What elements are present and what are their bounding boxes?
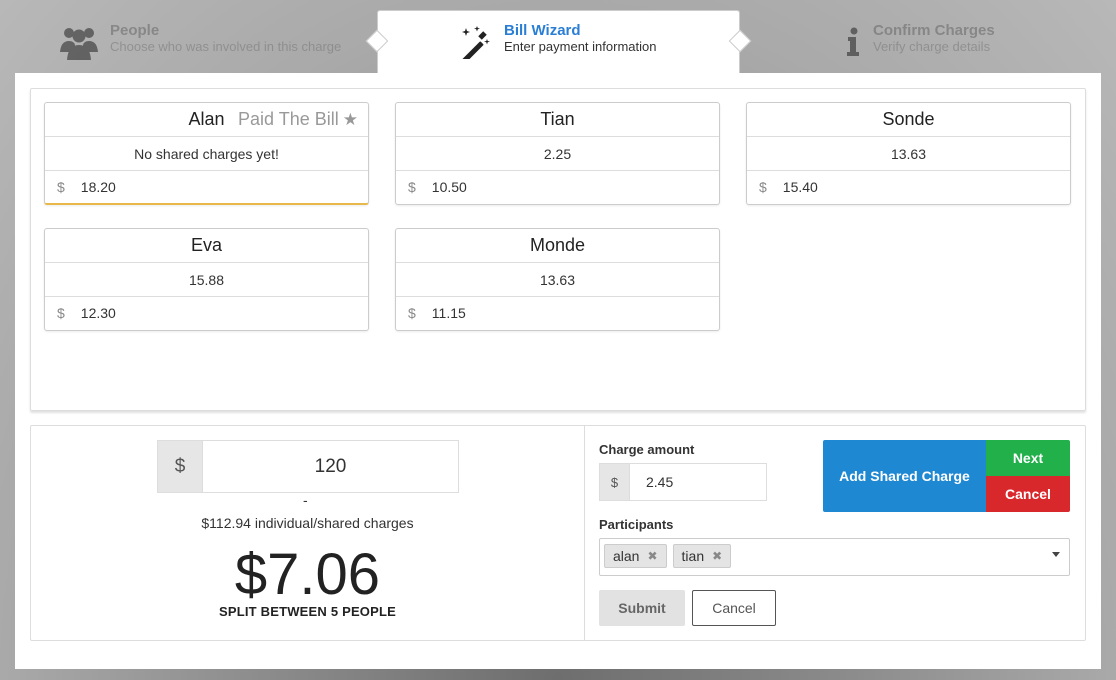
participants-select[interactable]: alan ✖ tian ✖ (599, 538, 1070, 576)
people-icon (58, 22, 100, 62)
charges-summary: $112.94 individual/shared charges (201, 515, 414, 531)
charge-amount-label: Charge amount (599, 442, 695, 457)
step-title: People (110, 22, 160, 39)
split-amount: $7.06 (234, 542, 381, 607)
person-amount: $18.20 (45, 171, 368, 204)
currency-addon: $ (157, 440, 202, 493)
person-amount: $11.15 (396, 297, 719, 330)
bill-total-input[interactable]: 120 (202, 440, 459, 493)
currency-symbol: $ (759, 179, 767, 195)
participants-label: Participants (599, 517, 674, 532)
step-subtitle: Choose who was involved in this charge (110, 39, 342, 54)
remove-icon[interactable]: ✖ (647, 545, 657, 567)
remove-icon[interactable]: ✖ (712, 545, 722, 567)
person-card-header: Alan Paid The Bill ★ (45, 103, 368, 137)
charge-amount-group: $ 2.45 (599, 463, 767, 501)
person-name: Tian (396, 103, 719, 137)
step-confirm-charges[interactable]: Confirm Charges Verify charge details (838, 22, 995, 62)
main-panel: Alan Paid The Bill ★ No shared charges ye… (15, 73, 1101, 669)
shared-charges-value: 13.63 (396, 263, 719, 297)
split-label: SPLIT BETWEEN 5 PEOPLE (218, 604, 397, 619)
shared-charges-value: 13.63 (747, 137, 1070, 171)
person-card-alan[interactable]: Alan Paid The Bill ★ No shared charges ye… (44, 102, 369, 205)
amount-value: 10.50 (431, 179, 467, 195)
step-people[interactable]: People Choose who was involved in this c… (58, 22, 341, 62)
panel-divider (584, 426, 585, 640)
person-amount: $12.30 (45, 297, 368, 330)
currency-symbol: $ (57, 305, 65, 321)
step-subtitle: Verify charge details (873, 39, 991, 54)
star-icon: ★ (342, 110, 358, 129)
person-card-sonde[interactable]: Sonde 13.63 $15.40 (746, 102, 1071, 205)
person-amount: $10.50 (396, 171, 719, 204)
amount-value: 11.15 (431, 305, 466, 321)
person-cards-area: Alan Paid The Bill ★ No shared charges ye… (30, 88, 1086, 411)
person-name: Alan (188, 109, 225, 129)
step-bill-wizard[interactable]: Bill Wizard Enter payment information (456, 22, 656, 62)
person-amount: $15.40 (747, 171, 1070, 204)
add-shared-charge-button[interactable]: Add Shared Charge (823, 440, 986, 512)
amount-value: 15.40 (782, 179, 818, 195)
person-card-eva[interactable]: Eva 15.88 $12.30 (44, 228, 369, 331)
amount-value: 18.20 (80, 179, 116, 195)
shared-charges-value: 2.25 (396, 137, 719, 171)
participant-tag-alan: alan ✖ (604, 544, 667, 568)
participant-tag-tian: tian ✖ (672, 544, 732, 568)
currency-symbol: $ (408, 179, 416, 195)
person-name: Sonde (747, 103, 1070, 137)
currency-symbol: $ (408, 305, 416, 321)
person-card-monde[interactable]: Monde 13.63 $11.15 (395, 228, 720, 331)
person-name: Eva (45, 229, 368, 263)
info-icon (838, 22, 868, 62)
step-title: Confirm Charges (873, 22, 995, 39)
magic-wand-icon (456, 22, 492, 62)
paid-the-bill-badge: Paid The Bill ★ (238, 103, 358, 136)
paid-label: Paid The Bill (238, 109, 339, 129)
step-subtitle: Enter payment information (504, 39, 657, 54)
next-button[interactable]: Next (986, 440, 1070, 476)
separator-dash: - (303, 492, 308, 508)
cancel-button[interactable]: Cancel (692, 590, 776, 626)
currency-symbol: $ (57, 179, 65, 195)
participant-name: tian (681, 548, 705, 564)
currency-addon: $ (599, 463, 629, 501)
amount-value: 12.30 (80, 305, 116, 321)
wizard-steps: People Choose who was involved in this c… (0, 0, 1116, 76)
charge-entry-panel: $ 120 - $112.94 individual/shared charge… (30, 425, 1086, 641)
cancel-wizard-button[interactable]: Cancel (986, 476, 1070, 512)
person-card-tian[interactable]: Tian 2.25 $10.50 (395, 102, 720, 205)
chevron-down-icon[interactable] (1052, 552, 1060, 557)
participant-name: alan (613, 548, 640, 564)
submit-button[interactable]: Submit (599, 590, 685, 626)
charge-amount-input[interactable]: 2.45 (629, 463, 767, 501)
step-title: Bill Wizard (504, 22, 581, 39)
bill-total-group: $ 120 (157, 440, 459, 493)
shared-charges-value: No shared charges yet! (45, 137, 368, 171)
shared-charges-value: 15.88 (45, 263, 368, 297)
person-name: Monde (396, 229, 719, 263)
